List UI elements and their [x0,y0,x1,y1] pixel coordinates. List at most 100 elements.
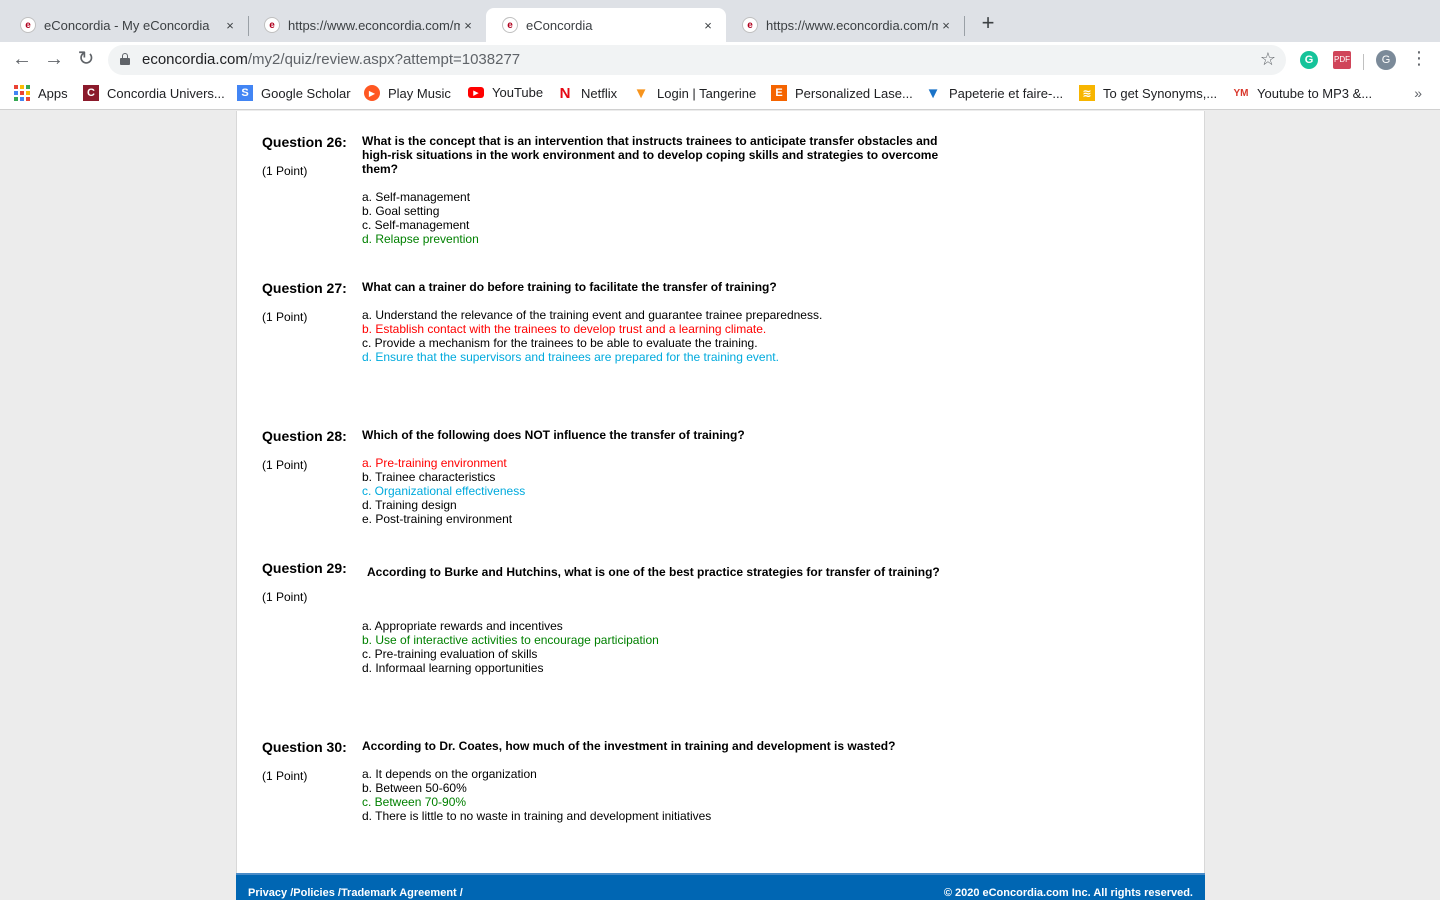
url-host: econcordia.com [142,51,248,68]
bookmark-papeterie[interactable]: ▼ Papeterie et faire-... [925,85,1064,102]
bookmark-label: Login | Tangerine [657,85,757,101]
answer-option-correct: b. Use of interactive activities to enco… [362,633,659,647]
bookmark-star-icon[interactable]: ☆ [1260,49,1276,70]
answer-option-incorrect: a. Pre-training environment [362,456,507,470]
bookmark-apps[interactable]: Apps [14,85,68,101]
answer-options: a. Understand the relevance of the train… [362,308,822,364]
answer-options: a. Pre-training environment b. Trainee c… [362,456,525,526]
bookmark-label: Papeterie et faire-... [949,85,1064,101]
econcordia-favicon-icon: e [20,17,36,33]
tab-econcordia-url-1[interactable]: e https://www.econcordia.com/m × [248,8,486,42]
pdf-extension-icon[interactable]: PDF [1333,51,1351,69]
bookmark-play-music[interactable]: ▶ Play Music [364,85,451,101]
footer-links[interactable]: Privacy /Policies /Trademark Agreement / [248,887,463,899]
bookmark-label: To get Synonyms,... [1103,85,1218,101]
bookmark-label: Play Music [388,85,451,101]
address-bar[interactable]: econcordia.com/my2/quiz/review.aspx?atte… [108,45,1286,75]
bookmark-label: Netflix [581,85,618,101]
question-label: Question 26: [262,134,347,150]
bookmarks-bar: Apps C Concordia Univers... S Google Sch… [0,78,1440,110]
tab-title: https://www.econcordia.com/m [288,17,460,33]
answer-option-selected: c. Organizational effectiveness [362,484,526,498]
answer-option: d. Training design [362,498,457,512]
tab-title: eConcordia - My eConcordia [44,17,210,33]
lock-icon[interactable] [120,53,130,65]
etsy-icon: E [771,85,787,101]
answer-option: b. Goal setting [362,204,440,218]
ytmp3-icon: YM [1233,87,1249,99]
bookmark-tangerine[interactable]: ▼ Login | Tangerine [633,84,757,102]
close-icon[interactable]: × [460,18,476,33]
tab-title: eConcordia [526,17,593,33]
tab-econcordia-active[interactable]: e eConcordia × [486,8,726,42]
answer-option: a. It depends on the organization [362,767,537,781]
tangerine-icon: ▼ [633,84,649,102]
back-arrow-icon[interactable]: ← [10,48,34,72]
quiz-review-panel: Question 26: (1 Point) What is the conce… [236,111,1205,900]
apps-grid-icon [14,85,30,101]
answer-option: b. Trainee characteristics [362,470,496,484]
answer-options: a. Appropriate rewards and incentives b.… [362,619,659,675]
netflix-icon: N [559,84,571,102]
answer-option: c. Provide a mechanism for the trainees … [362,336,758,350]
answer-options: a. It depends on the organization b. Bet… [362,767,711,823]
play-music-icon: ▶ [364,85,380,101]
grammarly-extension-icon[interactable]: G [1300,51,1318,69]
answer-option-correct: c. Between 70-90% [362,795,467,809]
bookmark-google-scholar[interactable]: S Google Scholar [237,85,351,101]
more-bookmarks-chevron-icon[interactable]: » [1414,85,1422,101]
answer-option: a. Understand the relevance of the train… [362,308,823,322]
answer-option-incorrect: b. Establish contact with the trainees t… [362,322,767,336]
question-text: Which of the following does NOT influenc… [362,428,745,442]
question-label: Question 30: [262,739,347,755]
menu-dots-icon[interactable]: ⋮ [1410,48,1428,69]
footer-copyright: © 2020 eConcordia.com Inc. All rights re… [943,887,1193,899]
bookmark-label: Apps [38,85,68,101]
url-text[interactable]: econcordia.com/my2/quiz/review.aspx?atte… [142,51,520,68]
url-path: /my2/quiz/review.aspx?attempt=1038277 [247,51,521,68]
toolbar-divider [1363,54,1364,70]
answer-option: c. Self-management [362,218,470,232]
close-icon[interactable]: × [938,18,954,33]
answer-option: e. Post-training environment [362,512,513,526]
bookmark-label: Concordia Univers... [107,85,225,101]
bookmark-label: Google Scholar [261,85,351,101]
browser-toolbar: ← → ↻ econcordia.com/my2/quiz/review.asp… [0,42,1440,78]
bookmark-netflix[interactable]: N Netflix [557,84,618,102]
answer-option: a. Self-management [362,190,471,204]
bookmark-personalized-laser[interactable]: E Personalized Lase... [771,85,913,101]
answer-option: c. Pre-training evaluation of skills [362,647,538,661]
econcordia-favicon-icon: e [742,17,758,33]
econcordia-favicon-icon: e [264,17,280,33]
concordia-logo-icon: C [83,85,99,101]
question-points: (1 Point) [262,769,308,783]
tab-title: https://www.econcordia.com/m [766,17,938,33]
page-background: Question 26: (1 Point) What is the conce… [0,111,1440,900]
question-label: Question 29: [262,560,347,576]
bookmark-youtube-mp3[interactable]: YM Youtube to MP3 &... [1233,85,1373,101]
new-tab-button[interactable]: + [976,12,1000,36]
answer-option: a. Appropriate rewards and incentives [362,619,563,633]
tab-econcordia-my[interactable]: e eConcordia - My eConcordia × [4,8,248,42]
bookmark-synonyms[interactable]: ≋ To get Synonyms,... [1079,85,1217,101]
question-points: (1 Point) [262,164,308,178]
bookmark-concordia[interactable]: C Concordia Univers... [83,85,225,101]
question-label: Question 28: [262,428,347,444]
forward-arrow-icon[interactable]: → [42,48,66,72]
question-text: What can a trainer do before training to… [362,280,777,294]
profile-avatar[interactable]: G [1376,50,1396,70]
tab-divider [964,16,965,36]
question-text: According to Burke and Hutchins, what is… [367,565,940,579]
site-footer: Privacy /Policies /Trademark Agreement /… [236,873,1205,900]
reload-icon[interactable]: ↻ [74,48,98,72]
econcordia-favicon-icon: e [502,17,518,33]
question-points: (1 Point) [262,590,308,604]
close-icon[interactable]: × [700,18,716,33]
bookmark-youtube[interactable]: ▶ YouTube [468,85,543,100]
youtube-icon: ▶ [468,87,484,98]
answer-options: a. Self-management b. Goal setting c. Se… [362,190,479,246]
tab-econcordia-url-2[interactable]: e https://www.econcordia.com/m × [726,8,964,42]
close-icon[interactable]: × [222,18,238,33]
answer-option: b. Between 50-60% [362,781,467,795]
answer-option-selected: d. Ensure that the supervisors and train… [362,350,779,364]
